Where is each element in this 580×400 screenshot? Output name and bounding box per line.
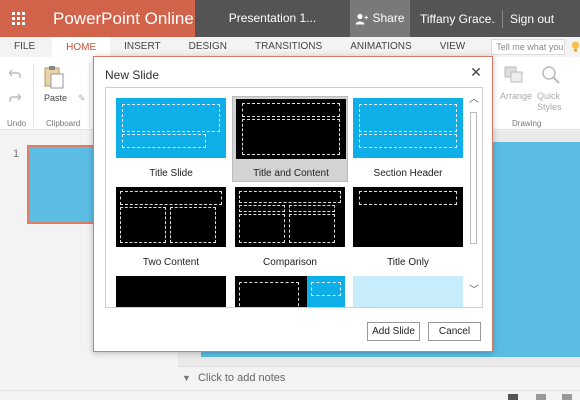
ribbon-tabs: FILE HOME INSERT DESIGN TRANSITIONS ANIM… [0,37,580,66]
normal-view-icon[interactable] [508,394,518,400]
notes-placeholder: Click to add notes [197,372,286,384]
ribbon-separator [33,63,34,127]
close-icon[interactable]: ✕ [469,65,483,79]
title-separator [502,9,503,28]
tab-view[interactable]: VIEW [426,37,480,57]
drawing-group-label: Drawing [512,119,542,128]
layout-title-only[interactable]: Title Only [353,187,469,271]
format-painter-icon[interactable]: ✎ [78,93,86,104]
cancel-button[interactable]: Cancel [428,322,481,341]
tab-transitions[interactable]: TRANSITIONS [241,37,336,57]
share-button[interactable]: Share [350,0,410,37]
user-area: Tiffany Grace... Sign out [410,0,580,37]
gallery-scrollbar[interactable]: ︿ ﹀ [466,88,482,307]
chevron-down-icon[interactable]: ﹀ [468,285,480,297]
sign-out-link[interactable]: Sign out [510,12,554,26]
share-person-icon [355,13,369,24]
layout-label: Title and Content [253,168,329,179]
lightbulb-icon [571,39,580,55]
new-slide-dialog: New Slide ✕ Title Slide Title and Conten… [93,56,493,352]
reading-view-icon[interactable] [562,394,572,400]
layout-title-and-content[interactable]: Title and Content [232,96,348,182]
quick-styles-button[interactable]: Quick Styles [537,91,577,113]
paste-icon[interactable] [44,65,64,91]
dialog-title: New Slide [105,68,160,82]
undo-icon[interactable] [8,69,21,81]
layout-thumbnail [353,187,463,247]
redo-icon[interactable] [9,93,22,105]
layout-label: Two Content [142,257,200,268]
layout-thumbnail [116,187,226,247]
presentation-title[interactable]: Presentation 1... [195,0,350,37]
tab-design[interactable]: DESIGN [175,37,241,57]
layout-label: Section Header [373,168,443,179]
chevron-up-icon[interactable]: ︿ [468,94,480,106]
arrange-button[interactable]: Arrange [500,91,532,101]
notes-pane[interactable]: ▼ Click to add notes [178,366,580,390]
layout-thumbnail [353,276,463,307]
layout-picture-with-caption[interactable] [353,276,469,307]
layout-title-slide[interactable]: Title Slide [116,98,232,182]
app-launcher-button[interactable] [0,0,37,37]
title-bar: PowerPoint Online Presentation 1... Shar… [0,0,580,37]
layout-comparison[interactable]: Comparison [235,187,351,271]
arrange-icon[interactable] [503,65,525,87]
layout-two-content[interactable]: Two Content [116,187,232,271]
ribbon-separator [89,63,90,127]
slide-sorter-icon[interactable] [536,394,546,400]
waffle-icon [12,12,25,25]
layout-thumbnail [235,276,345,307]
tab-file[interactable]: FILE [0,37,52,57]
app-name[interactable]: PowerPoint Online [37,0,195,37]
layout-content-with-caption[interactable] [235,276,351,307]
layout-thumbnail [116,98,226,158]
clipboard-group-label: Clipboard [46,119,81,128]
paste-button[interactable]: Paste [44,93,67,103]
layout-section-header[interactable]: Section Header [353,98,469,182]
share-label: Share [372,11,405,25]
layout-label: Title Slide [149,168,193,179]
layout-gallery: Title Slide Title and Content Section He… [105,87,483,308]
quick-styles-icon[interactable] [541,65,561,87]
slide-number: 1 [13,148,20,160]
undo-group-label: Undo [7,119,27,128]
add-slide-button[interactable]: Add Slide [367,322,420,341]
tab-animations[interactable]: ANIMATIONS [336,37,425,57]
layout-thumbnail [353,98,463,158]
tab-home[interactable]: HOME [52,37,111,57]
layout-blank[interactable] [116,276,232,307]
layout-thumbnail [116,276,226,307]
scrollbar-thumb[interactable] [470,112,477,244]
layout-thumbnail [235,187,345,247]
tab-insert[interactable]: INSERT [110,37,175,57]
user-name[interactable]: Tiffany Grace... [420,12,496,26]
status-bar [0,390,580,400]
layout-label: Title Only [387,257,429,268]
tell-me-input[interactable]: Tell me what you want to do [491,39,565,66]
layout-thumbnail [236,99,346,159]
slide-thumbnail[interactable] [27,145,98,224]
layout-label: Comparison [263,257,317,268]
chevron-down-icon[interactable]: ▼ [182,373,191,383]
